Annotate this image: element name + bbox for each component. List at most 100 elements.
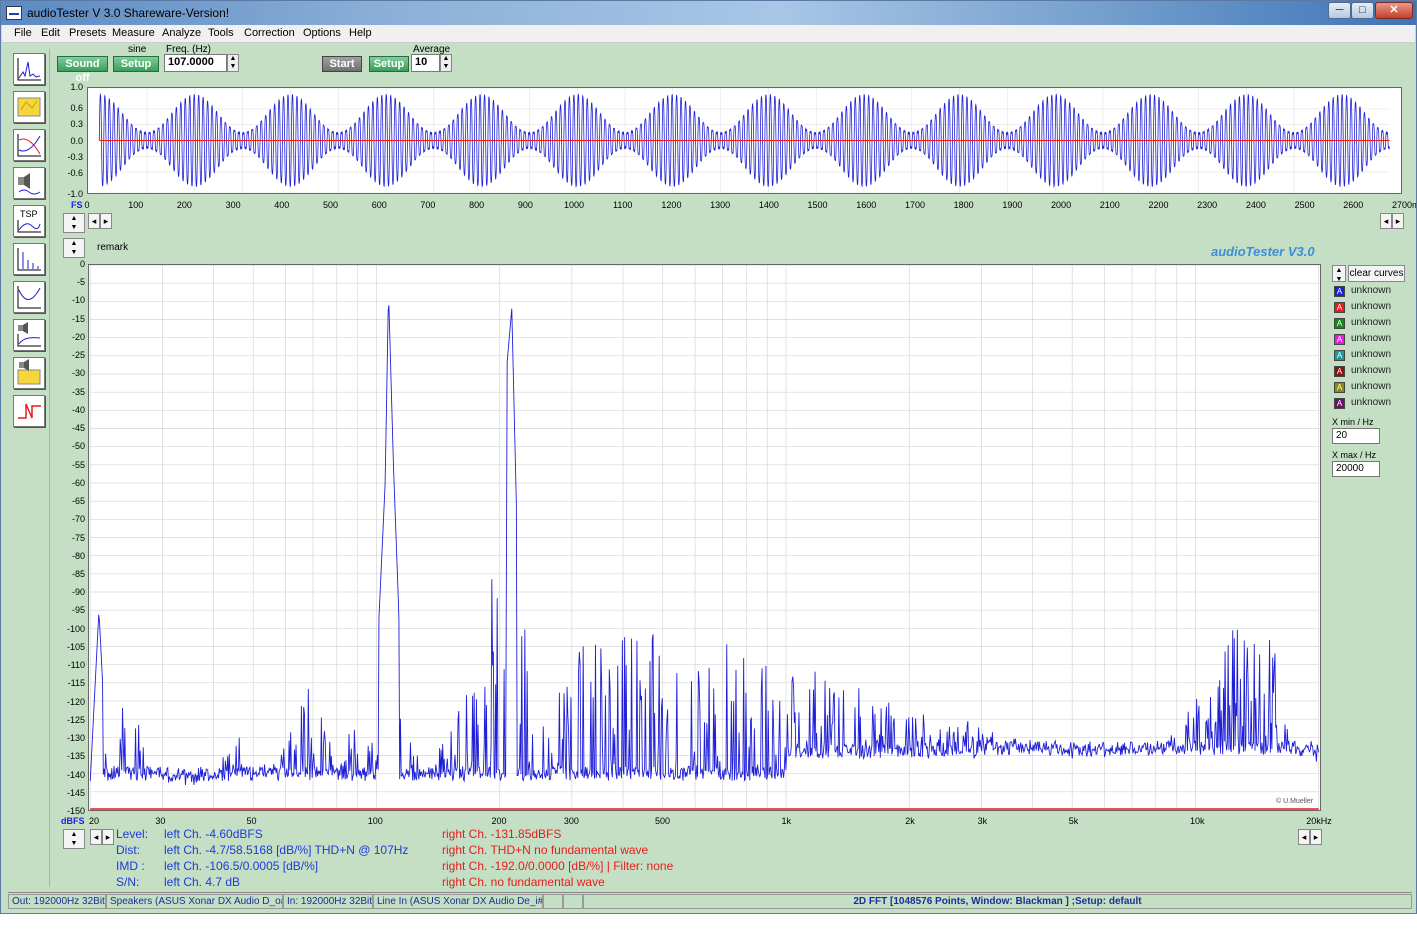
- spectrum-x-tick: 5k: [1068, 816, 1079, 826]
- start-button[interactable]: Start: [322, 56, 362, 72]
- spectrum-y-tick: -95: [71, 605, 85, 616]
- legend-item-label: unknown: [1351, 285, 1392, 296]
- menu-file[interactable]: File: [14, 27, 32, 39]
- legend-item-label: unknown: [1351, 397, 1392, 408]
- curve-color-swatch-icon[interactable]: A: [1334, 366, 1345, 377]
- status-empty-2: [563, 894, 583, 909]
- waveform-y-tick: 1.0: [70, 82, 83, 92]
- waveform-x-tick: 900: [517, 200, 533, 210]
- brand-watermark: audioTester V3.0: [1211, 244, 1315, 259]
- window-title: audioTester V 3.0 Shareware-Version!: [27, 6, 230, 20]
- curve-color-swatch-icon[interactable]: A: [1334, 382, 1345, 393]
- spectrum-y-tick: -70: [71, 514, 85, 525]
- fft-view-tool-icon[interactable]: [13, 53, 45, 85]
- spectrum-y-tick: -30: [71, 368, 85, 379]
- waveform-scroll-right-end[interactable]: ▸: [1392, 213, 1404, 229]
- app-window: audioTester V 3.0 Shareware-Version! ─ □…: [0, 0, 1417, 914]
- legend-spinner[interactable]: ▲ ▼: [1332, 265, 1346, 283]
- waveform-scroll-left-end[interactable]: ◂: [1380, 213, 1392, 229]
- sn-right-value: right Ch. no fundamental wave: [442, 875, 605, 889]
- xmax-input[interactable]: 20000: [1332, 461, 1380, 477]
- waveform-x-tick: 300: [225, 200, 241, 210]
- impedance-tool-icon[interactable]: [13, 281, 45, 313]
- clear-curves-button[interactable]: clear curves: [1348, 265, 1405, 282]
- spectrum-y-tick: -10: [71, 295, 85, 306]
- waveform-x-tick: 1800: [953, 200, 974, 210]
- waveform-x-tick: 1200: [661, 200, 682, 210]
- menu-correction[interactable]: Correction: [244, 27, 295, 39]
- waveform-scroll-right[interactable]: ▸: [100, 213, 112, 229]
- frequency-input[interactable]: 107.0000: [164, 54, 227, 72]
- menu-measure[interactable]: Measure: [112, 27, 155, 39]
- dist-label: Dist:: [116, 843, 140, 857]
- status-input-format: In: 192000Hz 32Bit: [283, 894, 373, 909]
- status-fft-info: 2D FFT [1048576 Points, Window: Blackman…: [583, 894, 1412, 909]
- fs-label: FS: [71, 200, 83, 210]
- imd-left-value: left Ch. -106.5/0.0005 [dB/%]: [164, 859, 319, 873]
- spectrum-y-tick: -5: [76, 277, 85, 288]
- spectrum-y-tick: -140: [66, 769, 85, 780]
- app-icon: [6, 6, 22, 20]
- menu-edit[interactable]: Edit: [41, 27, 60, 39]
- spectrum-scroll-left-end[interactable]: ◂: [1298, 829, 1310, 845]
- waveform-zoom-spinner[interactable]: ▲ ▼: [63, 213, 85, 233]
- filter-tool-icon[interactable]: [13, 395, 45, 427]
- analyzer-setup-button[interactable]: Setup: [369, 56, 409, 72]
- frequency-spinner[interactable]: ▲ ▼: [227, 54, 239, 72]
- distortion-tool-icon[interactable]: [13, 243, 45, 275]
- title-bar[interactable]: audioTester V 3.0 Shareware-Version! ─ □…: [1, 1, 1416, 25]
- speaker-response-tool-icon[interactable]: [13, 319, 45, 351]
- legend-item-label: unknown: [1351, 301, 1392, 312]
- spectrum-y-tick: -45: [71, 423, 85, 434]
- xmin-input[interactable]: 20: [1332, 428, 1380, 444]
- folder-tool-icon[interactable]: [13, 91, 45, 123]
- menu-presets[interactable]: Presets: [69, 27, 106, 39]
- spectrum-y-tick: -25: [71, 350, 85, 361]
- spectrum-scroll-left[interactable]: ◂: [90, 829, 102, 845]
- spectrum-y-tick: -100: [66, 623, 85, 634]
- legend-item-label: unknown: [1351, 365, 1392, 376]
- close-button[interactable]: ✕: [1375, 2, 1413, 19]
- menu-help[interactable]: Help: [349, 27, 372, 39]
- curve-color-swatch-icon[interactable]: A: [1334, 398, 1345, 409]
- tsp-tool-icon[interactable]: TSP: [13, 205, 45, 237]
- xmax-label: X max / Hz: [1332, 450, 1377, 460]
- curve-color-swatch-icon[interactable]: A: [1334, 350, 1345, 361]
- spectrum-scroll-right[interactable]: ▸: [102, 829, 114, 845]
- maximize-button[interactable]: □: [1351, 2, 1374, 19]
- sn-left-value: left Ch. 4.7 dB: [164, 875, 241, 889]
- speaker-tool-icon[interactable]: [13, 167, 45, 199]
- curve-color-swatch-icon[interactable]: A: [1334, 334, 1345, 345]
- curve-color-swatch-icon[interactable]: A: [1334, 302, 1345, 313]
- status-bar: Out: 192000Hz 32Bit Speakers (ASUS Xonar…: [8, 892, 1412, 909]
- spectrum-y-tick: -115: [67, 678, 85, 689]
- waveform-y-tick: -0.6: [67, 167, 83, 178]
- average-input[interactable]: 10: [411, 54, 440, 72]
- sound-off-button[interactable]: Sound off: [57, 56, 108, 84]
- average-spinner[interactable]: ▲ ▼: [440, 54, 452, 72]
- spectrum-y-tick: -125: [66, 714, 85, 725]
- tool-sidebar: TSP: [8, 49, 50, 887]
- minimize-button[interactable]: ─: [1328, 2, 1351, 19]
- speaker-folder-tool-icon[interactable]: [13, 357, 45, 389]
- spectrum-plot[interactable]: [88, 264, 1321, 811]
- spectrum-scroll-right-end[interactable]: ▸: [1310, 829, 1322, 845]
- spectrum-y-tick: -120: [66, 696, 85, 707]
- menu-options[interactable]: Options: [303, 27, 341, 39]
- spectrum-y-zoom-spinner[interactable]: ▲ ▼: [63, 238, 85, 258]
- spectrum-x-tick: 300: [563, 816, 579, 826]
- waveform-x-tick: 2100: [1099, 200, 1120, 210]
- status-empty-1: [543, 894, 563, 909]
- svg-text:TSP: TSP: [20, 209, 38, 219]
- frequency-response-tool-icon[interactable]: [13, 129, 45, 161]
- menu-tools[interactable]: Tools: [208, 27, 234, 39]
- dist-right-value: right Ch. THD+N no fundamental wave: [442, 843, 649, 857]
- curve-color-swatch-icon[interactable]: A: [1334, 318, 1345, 329]
- waveform-plot[interactable]: [87, 87, 1402, 194]
- legend-item-label: unknown: [1351, 349, 1392, 360]
- curve-color-swatch-icon[interactable]: A: [1334, 286, 1345, 297]
- generator-setup-button[interactable]: Setup: [113, 56, 159, 72]
- spectrum-x-zoom-spinner[interactable]: ▲ ▼: [63, 829, 85, 849]
- waveform-scroll-left[interactable]: ◂: [88, 213, 100, 229]
- menu-analyze[interactable]: Analyze: [162, 27, 201, 39]
